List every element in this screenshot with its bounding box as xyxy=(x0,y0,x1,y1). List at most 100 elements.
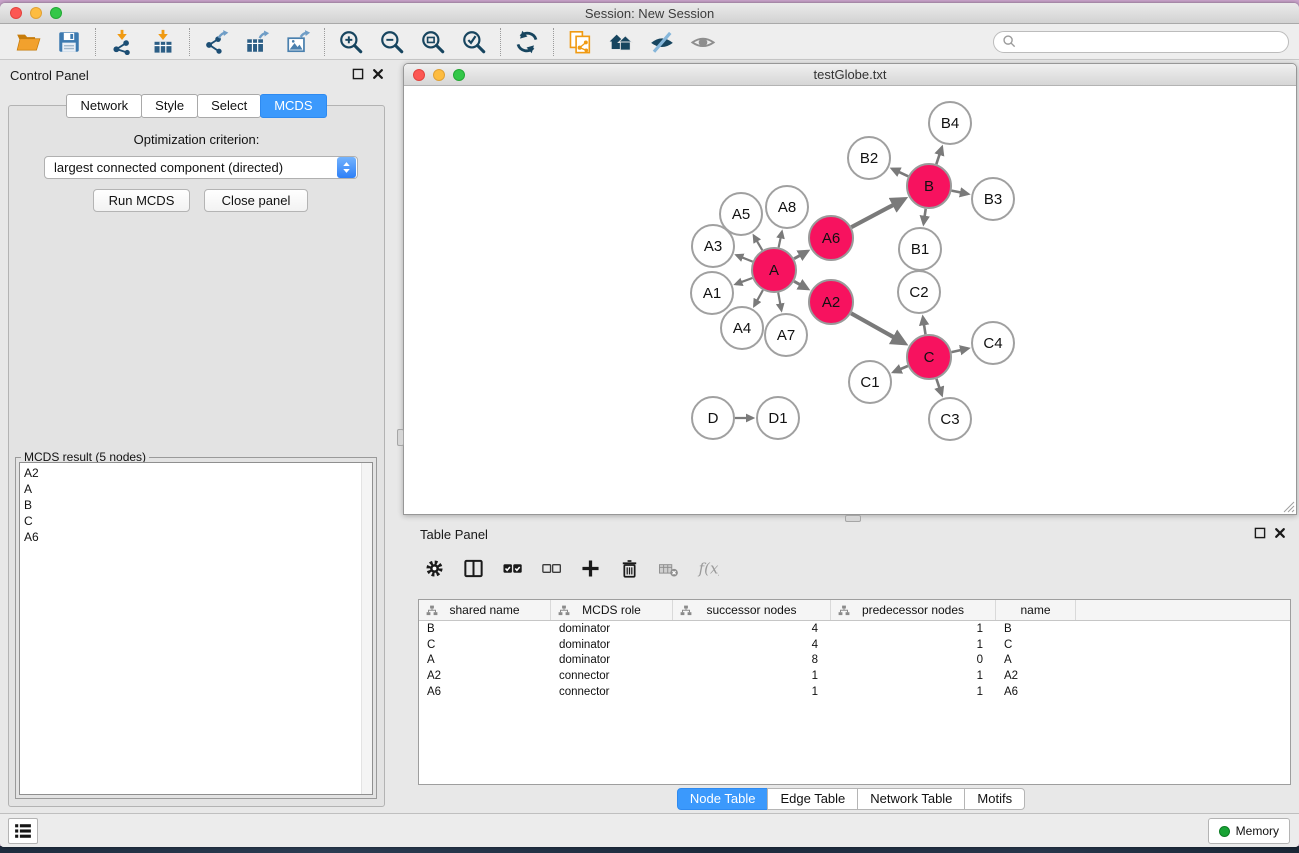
edge-C-C3[interactable] xyxy=(936,379,941,395)
edge-B-B1[interactable] xyxy=(924,209,926,224)
node-C2[interactable]: C2 xyxy=(898,271,940,313)
table-cell[interactable]: 1 xyxy=(673,670,831,682)
table-cell[interactable]: A6 xyxy=(419,686,551,698)
hide-panel-button[interactable] xyxy=(648,28,676,56)
table-cell[interactable]: 4 xyxy=(673,639,831,651)
table-cell[interactable]: dominator xyxy=(551,654,673,666)
table-cell[interactable]: dominator xyxy=(551,623,673,635)
tab-motifs[interactable]: Motifs xyxy=(964,788,1025,810)
column-header-predecessor-nodes[interactable]: predecessor nodes xyxy=(831,600,996,620)
table-row[interactable]: A6connector11A6 xyxy=(419,684,1290,700)
result-item[interactable]: C xyxy=(24,513,372,529)
table-cell[interactable]: 1 xyxy=(673,686,831,698)
zoom-selected-button[interactable] xyxy=(460,28,488,56)
zoom-out-button[interactable] xyxy=(378,28,406,56)
table-cell[interactable]: 1 xyxy=(831,623,996,635)
result-item[interactable]: B xyxy=(24,497,372,513)
zoom-window-button[interactable] xyxy=(50,7,62,19)
edge-A-A2[interactable] xyxy=(794,281,807,289)
edge-B-B3[interactable] xyxy=(952,191,968,194)
node-A8[interactable]: A8 xyxy=(766,186,808,228)
table-cell[interactable]: 1 xyxy=(831,639,996,651)
clone-network-button[interactable] xyxy=(566,28,594,56)
edge-C-C2[interactable] xyxy=(923,317,926,334)
edge-A-A5[interactable] xyxy=(754,236,763,251)
network-window-titlebar[interactable]: testGlobe.txt xyxy=(404,64,1296,86)
table-row[interactable]: Bdominator41B xyxy=(419,621,1290,637)
node-D[interactable]: D xyxy=(692,397,734,439)
node-B4[interactable]: B4 xyxy=(929,102,971,144)
close-panel-button[interactable]: Close panel xyxy=(204,189,308,212)
edge-A-A3[interactable] xyxy=(737,255,753,261)
table-cell[interactable]: connector xyxy=(551,670,673,682)
node-C3[interactable]: C3 xyxy=(929,398,971,440)
node-A2[interactable]: A2 xyxy=(809,280,853,324)
show-all-networks-button[interactable] xyxy=(607,28,635,56)
network-minimize-button[interactable] xyxy=(433,69,445,81)
result-item[interactable]: A6 xyxy=(24,529,372,545)
table-cell[interactable]: A xyxy=(419,654,551,666)
table-cell[interactable]: A2 xyxy=(419,670,551,682)
table-cell[interactable]: B xyxy=(419,623,551,635)
node-A[interactable]: A xyxy=(752,248,796,292)
search-input[interactable] xyxy=(1021,34,1280,50)
network-zoom-button[interactable] xyxy=(453,69,465,81)
tab-mcds[interactable]: MCDS xyxy=(260,94,326,118)
table-cell[interactable]: A xyxy=(996,654,1076,666)
open-session-button[interactable] xyxy=(14,28,42,56)
result-scrollbar[interactable] xyxy=(361,463,372,794)
result-item[interactable]: A xyxy=(24,481,372,497)
network-close-button[interactable] xyxy=(413,69,425,81)
edge-A-A7[interactable] xyxy=(778,293,781,311)
deselect-all-rows-button[interactable] xyxy=(539,556,563,580)
edge-C-C1[interactable] xyxy=(894,366,908,372)
table-cell[interactable]: A6 xyxy=(996,686,1076,698)
show-panel-button[interactable] xyxy=(689,28,717,56)
edge-A2-C[interactable] xyxy=(851,313,904,343)
minimize-window-button[interactable] xyxy=(30,7,42,19)
tab-node-table[interactable]: Node Table xyxy=(677,788,769,810)
memory-button[interactable]: Memory xyxy=(1208,818,1290,844)
edge-A-A6[interactable] xyxy=(794,251,807,259)
node-A5[interactable]: A5 xyxy=(720,193,762,235)
add-column-button[interactable] xyxy=(578,556,602,580)
column-header-successor-nodes[interactable]: successor nodes xyxy=(673,600,831,620)
import-network-button[interactable] xyxy=(108,28,136,56)
edge-A-A8[interactable] xyxy=(779,232,782,248)
import-table-button[interactable] xyxy=(149,28,177,56)
table-cell[interactable]: dominator xyxy=(551,639,673,651)
app-titlebar[interactable]: Session: New Session xyxy=(0,3,1299,24)
table-cell[interactable]: 4 xyxy=(673,623,831,635)
node-C1[interactable]: C1 xyxy=(849,361,891,403)
float-panel-icon[interactable] xyxy=(352,68,364,80)
node-C4[interactable]: C4 xyxy=(972,322,1014,364)
close-window-button[interactable] xyxy=(10,7,22,19)
node-B[interactable]: B xyxy=(907,164,951,208)
network-canvas[interactable]: AA1A2A3A4A5A6A7A8BB1B2B3B4CC1C2C3C4DD1 xyxy=(405,87,1295,513)
delete-column-button[interactable] xyxy=(617,556,641,580)
tab-select[interactable]: Select xyxy=(197,94,261,118)
refresh-layout-button[interactable] xyxy=(513,28,541,56)
edge-B-B4[interactable] xyxy=(936,147,942,164)
task-history-button[interactable] xyxy=(8,818,38,844)
tab-edge-table[interactable]: Edge Table xyxy=(767,788,858,810)
node-B1[interactable]: B1 xyxy=(899,228,941,270)
table-cell[interactable]: B xyxy=(996,623,1076,635)
resize-grip-icon[interactable] xyxy=(1281,499,1295,513)
edge-C-C4[interactable] xyxy=(952,349,969,353)
node-B3[interactable]: B3 xyxy=(972,178,1014,220)
vertical-split-grip[interactable] xyxy=(397,429,404,446)
float-table-panel-icon[interactable] xyxy=(1254,527,1266,539)
node-C[interactable]: C xyxy=(907,335,951,379)
table-row[interactable]: Cdominator41C xyxy=(419,637,1290,653)
table-cell[interactable]: 1 xyxy=(831,670,996,682)
column-header-name[interactable]: name xyxy=(996,600,1076,620)
edge-A-A4[interactable] xyxy=(754,290,763,306)
node-B2[interactable]: B2 xyxy=(848,137,890,179)
export-image-button[interactable] xyxy=(284,28,312,56)
edge-A6-B[interactable] xyxy=(851,199,904,227)
search-box[interactable] xyxy=(993,31,1289,53)
table-row[interactable]: Adominator80A xyxy=(419,652,1290,668)
tab-style[interactable]: Style xyxy=(141,94,198,118)
tab-network-table[interactable]: Network Table xyxy=(857,788,965,810)
